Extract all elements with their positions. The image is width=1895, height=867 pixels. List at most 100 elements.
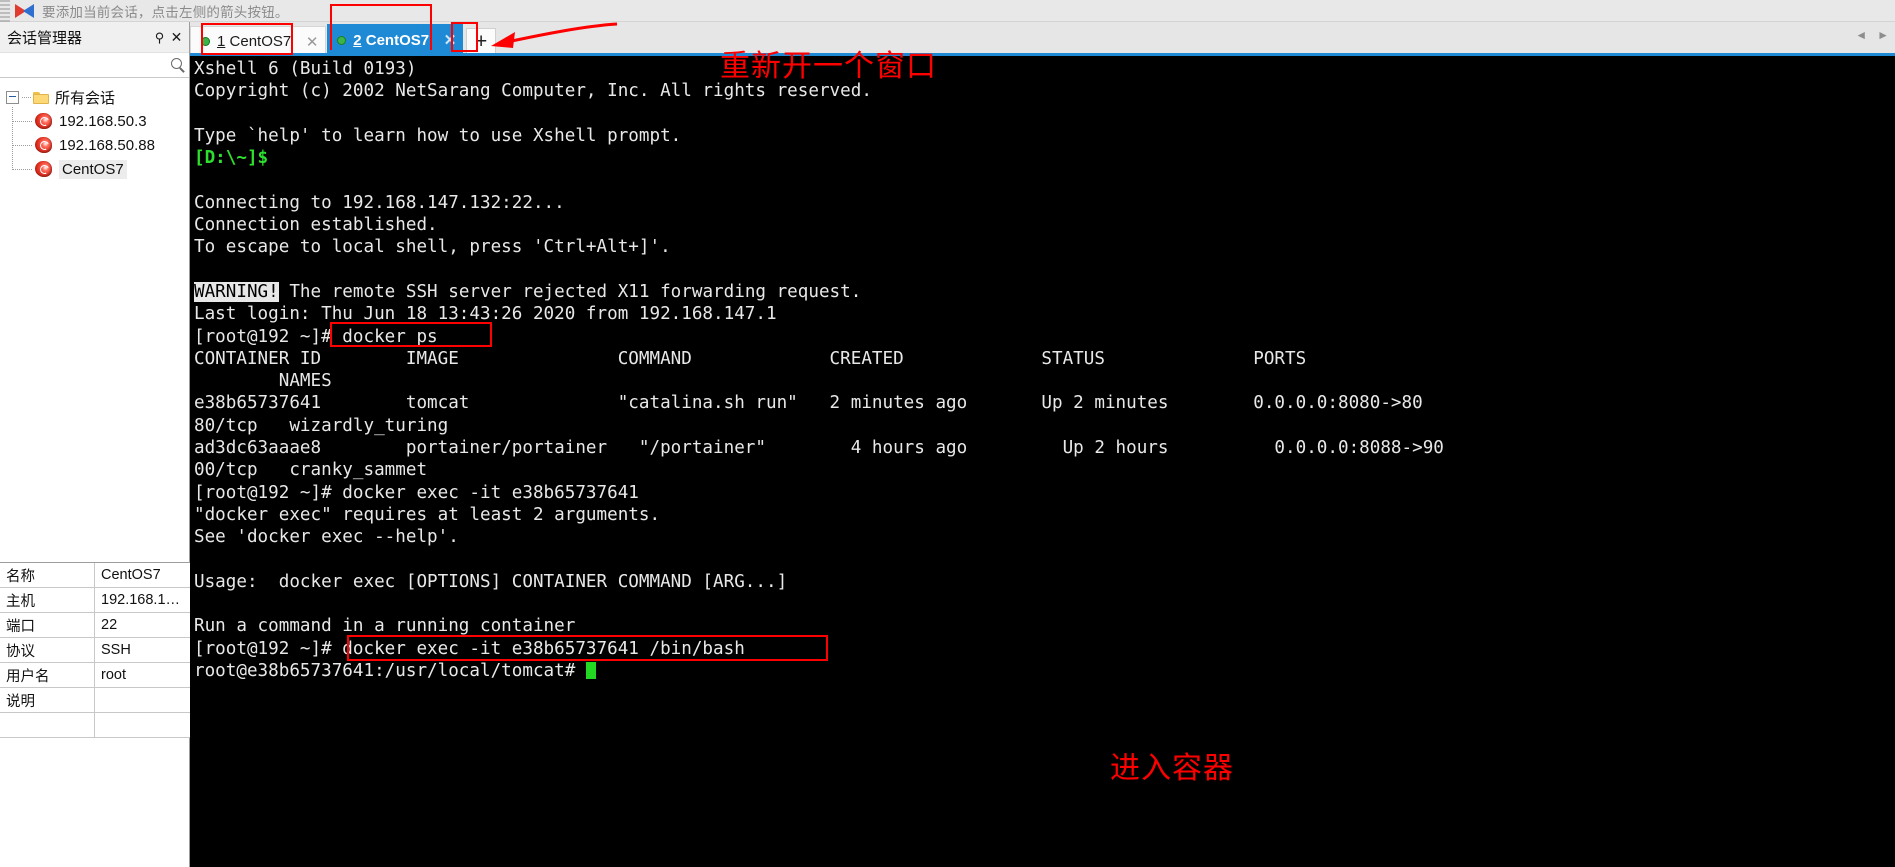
terminal-text: Connection established.: [194, 215, 438, 236]
add-session-notice-bar: 要添加当前会话，点击左侧的箭头按钮。: [0, 0, 1895, 22]
collapse-icon[interactable]: [6, 91, 19, 104]
terminal-text: 00/tcp cranky_sammet: [194, 460, 428, 481]
connected-status-icon: [201, 37, 210, 46]
tree-root-label: 所有会话: [55, 90, 116, 107]
session-icon: [34, 112, 54, 130]
terminal-line: ad3dc63aaae8 portainer/portainer "/porta…: [194, 437, 1895, 459]
terminal-text: [root@192 ~]# docker exec -it e38b657376…: [194, 482, 639, 503]
terminal-text: NAMES: [194, 371, 332, 392]
session-item-0[interactable]: 192.168.50.3: [12, 109, 189, 133]
terminal-text: CONTAINER ID IMAGE COMMAND CREATED STATU…: [194, 348, 1307, 369]
tab-number: 1: [217, 33, 226, 50]
session-item-label: 192.168.50.3: [59, 112, 147, 130]
terminal-warning-badge: WARNING!: [194, 281, 279, 302]
session-item-label: CentOS7: [59, 159, 127, 179]
property-key: 名称: [0, 563, 95, 587]
terminal-line: 00/tcp cranky_sammet: [194, 459, 1895, 481]
property-row: 说明: [0, 688, 190, 713]
property-row: 名称 CentOS7: [0, 563, 190, 588]
tab-close-icon[interactable]: ✕: [303, 33, 321, 51]
close-icon[interactable]: ✕: [168, 28, 185, 46]
terminal-line: Copyright (c) 2002 NetSarang Computer, I…: [194, 80, 1895, 102]
tab-close-icon[interactable]: ✕: [441, 31, 459, 49]
terminal-text: The remote SSH server rejected X11 forwa…: [278, 281, 862, 302]
annotation-new-window-note: 重新开一个窗口: [720, 49, 937, 84]
property-key: 端口: [0, 613, 95, 637]
terminal-text: See 'docker exec --help'.: [194, 527, 459, 548]
tab-scroll-left-icon[interactable]: ◄: [1855, 28, 1867, 42]
tab-scroll-right-icon[interactable]: ►: [1877, 28, 1889, 42]
session-icon: [34, 160, 54, 178]
terminal-line: [root@192 ~]# docker exec -it e38b657376…: [194, 482, 1895, 504]
property-key: [0, 713, 95, 737]
property-row: 主机 192.168.1…: [0, 588, 190, 613]
property-key: 用户名: [0, 663, 95, 687]
session-manager-panel: 会话管理器 ⚲ ✕ 所有会话 192.168.50.3 192.168.50.8…: [0, 22, 190, 867]
pin-icon[interactable]: ⚲: [151, 28, 168, 46]
terminal-line: See 'docker exec --help'.: [194, 526, 1895, 548]
session-item-2[interactable]: CentOS7: [12, 157, 189, 181]
terminal-text: ad3dc63aaae8 portainer/portainer "/porta…: [194, 438, 1444, 459]
connected-status-icon: [337, 35, 347, 45]
property-row: 用户名 root: [0, 663, 190, 688]
property-value: 192.168.1…: [101, 592, 181, 608]
property-row: 协议 SSH: [0, 638, 190, 663]
terminal-line: NAMES: [194, 370, 1895, 392]
notice-text: 要添加当前会话，点击左侧的箭头按钮。: [42, 4, 289, 20]
notice-drag-edge: [0, 0, 10, 22]
search-input[interactable]: [0, 53, 167, 77]
tab-label: CentOS7: [365, 31, 430, 49]
annotation-enter-container-note: 进入容器: [1110, 751, 1234, 786]
terminal-line: Connecting to 192.168.147.132:22...: [194, 192, 1895, 214]
tree-root-all-sessions[interactable]: 所有会话: [0, 86, 189, 109]
terminal-line: CONTAINER ID IMAGE COMMAND CREATED STATU…: [194, 348, 1895, 370]
property-value: 22: [101, 617, 118, 633]
search-icon[interactable]: [167, 54, 189, 76]
property-value: CentOS7: [101, 567, 161, 583]
terminal-text: [root@192 ~]# docker exec -it e38b657376…: [194, 638, 745, 659]
terminal-line: WARNING! The remote SSH server rejected …: [194, 281, 1895, 303]
property-key: 主机: [0, 588, 95, 612]
terminal-line: root@e38b65737641:/usr/local/tomcat#: [194, 660, 1895, 682]
session-tree: 所有会话 192.168.50.3 192.168.50.88 CentOS7: [0, 78, 189, 181]
terminal-text: "docker exec" requires at least 2 argume…: [194, 504, 661, 525]
terminal-output[interactable]: Xshell 6 (Build 0193) Copyright (c) 2002 …: [190, 56, 1895, 867]
property-key: 协议: [0, 638, 95, 662]
terminal-text: Last login: Thu Jun 18 13:43:26 2020 fro…: [194, 304, 777, 325]
terminal-line: To escape to local shell, press 'Ctrl+Al…: [194, 236, 1895, 258]
flag-icon: [14, 3, 36, 19]
terminal-text: Usage: docker exec [OPTIONS] CONTAINER C…: [194, 571, 788, 592]
terminal-cursor: [585, 662, 596, 680]
terminal-text: 80/tcp wizardly_turing: [194, 415, 449, 436]
session-icon: [34, 136, 54, 154]
session-item-1[interactable]: 192.168.50.88: [12, 133, 189, 157]
terminal-line: Type `help' to learn how to use Xshell p…: [194, 125, 1895, 147]
terminal-line: [root@192 ~]# docker exec -it e38b657376…: [194, 638, 1895, 660]
terminal-text: Xshell 6 (Build 0193): [194, 59, 417, 79]
terminal-line: Run a command in a running container: [194, 615, 1895, 637]
session-search-row: [0, 52, 189, 78]
terminal-text: Type `help' to learn how to use Xshell p…: [194, 125, 682, 146]
property-value: root: [101, 667, 126, 683]
terminal-line: Usage: docker exec [OPTIONS] CONTAINER C…: [194, 571, 1895, 593]
folder-icon: [33, 91, 50, 105]
tab-2-centos7[interactable]: 2 CentOS7 ✕: [327, 24, 464, 56]
tree-connector: [22, 96, 31, 99]
tab-1-centos7[interactable]: 1 CentOS7 ✕: [190, 26, 327, 56]
tab-number: 2: [353, 31, 362, 49]
terminal-text: To escape to local shell, press 'Ctrl+Al…: [194, 237, 671, 258]
terminal-text: Connecting to 192.168.147.132:22...: [194, 192, 565, 213]
tab-strip: 1 CentOS7 ✕ 2 CentOS7 ✕ +: [190, 22, 1895, 56]
terminal-line: e38b65737641 tomcat "catalina.sh run" 2 …: [194, 392, 1895, 414]
session-manager-title: 会话管理器: [7, 29, 83, 47]
property-value: SSH: [101, 642, 131, 658]
property-row: [0, 713, 190, 738]
terminal-text: root@e38b65737641:/usr/local/tomcat#: [194, 661, 586, 682]
terminal-line: 80/tcp wizardly_turing: [194, 415, 1895, 437]
new-tab-button[interactable]: +: [466, 28, 497, 56]
